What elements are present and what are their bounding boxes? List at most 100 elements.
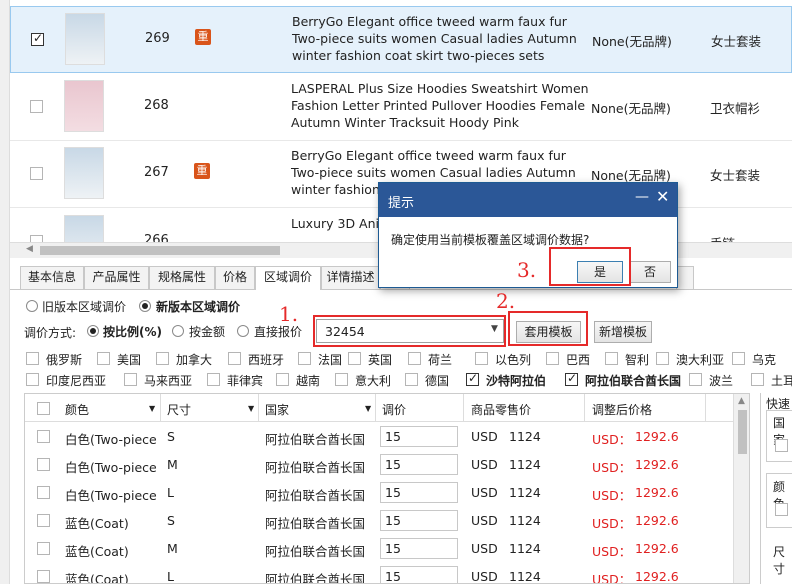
country-option[interactable]: 俄罗斯 <box>26 351 82 367</box>
table-row[interactable]: 白色(Two-piece L 阿拉伯联合酋长国 15 USD 1124 USD： 1292.6 <box>25 478 749 506</box>
tab-hidden-right[interactable] <box>676 266 694 289</box>
country-checkbox[interactable] <box>565 371 578 386</box>
country-checkbox[interactable] <box>276 373 289 386</box>
country-option[interactable]: 乌克 <box>732 351 776 367</box>
table-row[interactable]: 蓝色(Coat) S 阿拉伯联合酋长国 15 USD 1124 USD： 1292.6 <box>25 506 749 534</box>
country-option[interactable]: 越南 <box>276 372 320 388</box>
cell-adjusted-price: 1292.6 <box>635 569 679 584</box>
country-label: 俄罗斯 <box>46 353 83 367</box>
country-option[interactable]: 印度尼西亚 <box>26 372 106 388</box>
tab-4[interactable]: 区域调价 <box>255 266 321 290</box>
close-icon[interactable]: ✕ <box>656 187 669 206</box>
country-checkbox[interactable] <box>732 352 745 365</box>
adjust-input[interactable]: 15 <box>380 566 458 583</box>
product-row[interactable]: 269 重 BerryGo Elegant office tweed warm fa… <box>10 6 792 73</box>
no-button[interactable]: 否 <box>629 261 671 283</box>
country-option[interactable]: 荷兰 <box>408 351 452 367</box>
country-checkbox[interactable] <box>348 352 361 365</box>
country-option[interactable]: 以色列 <box>475 351 531 367</box>
country-checkbox[interactable] <box>405 373 418 386</box>
country-option[interactable]: 意大利 <box>335 372 391 388</box>
grid-scroll-thumb[interactable] <box>738 410 747 454</box>
table-row[interactable]: 白色(Two-piece M 阿拉伯联合酋长国 15 USD 1124 USD： 1292.6 <box>25 450 749 478</box>
country-option[interactable]: 德国 <box>405 372 449 388</box>
country-checkbox[interactable] <box>466 371 479 386</box>
country-checkbox[interactable] <box>124 373 137 386</box>
scroll-thumb[interactable] <box>40 246 280 255</box>
country-checkbox[interactable] <box>156 352 169 365</box>
country-checkbox[interactable] <box>97 352 110 365</box>
product-row-checkbox[interactable] <box>30 167 43 180</box>
quick-color-checkbox[interactable] <box>775 503 788 516</box>
row-checkbox[interactable] <box>37 570 50 583</box>
scroll-left-icon[interactable]: ◀ <box>26 244 33 254</box>
grid-select-all-checkbox[interactable] <box>37 402 50 415</box>
adjust-input[interactable]: 15 <box>380 454 458 475</box>
adjust-input[interactable]: 15 <box>380 426 458 447</box>
row-checkbox[interactable] <box>37 514 50 527</box>
country-option[interactable]: 法国 <box>298 351 342 367</box>
country-checkbox[interactable] <box>689 373 702 386</box>
version-old-radio[interactable] <box>26 300 38 312</box>
country-checkbox[interactable] <box>26 352 39 365</box>
table-row[interactable]: 蓝色(Coat) L 阿拉伯联合酋长国 15 USD 1124 USD： 1292.6 <box>25 562 749 584</box>
country-option[interactable]: 马来西亚 <box>124 372 192 388</box>
grid-vertical-scrollbar[interactable]: ▲ <box>733 394 749 583</box>
method-ratio-radio[interactable] <box>87 325 99 337</box>
country-checkbox[interactable] <box>546 352 559 365</box>
row-checkbox[interactable] <box>37 486 50 499</box>
country-option[interactable]: 菲律宾 <box>207 372 263 388</box>
tab-0[interactable]: 基本信息 <box>20 266 84 289</box>
product-row-checkbox[interactable] <box>30 100 43 113</box>
tab-1[interactable]: 产品属性 <box>84 266 149 289</box>
duplicate-badge: 重 <box>195 29 211 45</box>
grid-header: 颜色 ▼ 尺寸 ▼ 国家 ▼ 调价 商品零售价 调整后价格 <box>25 394 749 422</box>
country-option[interactable]: 巴西 <box>546 351 590 367</box>
country-option[interactable]: 美国 <box>97 351 141 367</box>
size-filter-icon[interactable]: ▼ <box>248 404 254 413</box>
country-checkbox[interactable] <box>228 352 241 365</box>
color-filter-icon[interactable]: ▼ <box>149 404 155 413</box>
country-checkbox[interactable] <box>408 352 421 365</box>
country-label: 波兰 <box>709 374 734 388</box>
adjust-input[interactable]: 15 <box>380 510 458 531</box>
country-checkbox[interactable] <box>656 352 669 365</box>
country-option[interactable]: 沙特阿拉伯 <box>466 371 546 388</box>
country-checkbox[interactable] <box>207 373 220 386</box>
country-label: 荷兰 <box>428 353 453 367</box>
country-option[interactable]: 西班牙 <box>228 351 284 367</box>
country-option[interactable]: 波兰 <box>689 372 733 388</box>
adjust-input[interactable]: 15 <box>380 538 458 559</box>
country-option[interactable]: 加拿大 <box>156 351 212 367</box>
tab-3[interactable]: 价格 <box>215 266 255 289</box>
minimize-icon[interactable]: — <box>635 189 649 205</box>
row-checkbox[interactable] <box>37 542 50 555</box>
country-option[interactable]: 智利 <box>605 351 649 367</box>
country-checkbox[interactable] <box>26 373 39 386</box>
country-checkbox[interactable] <box>605 352 618 365</box>
country-checkbox[interactable] <box>298 352 311 365</box>
tab-2[interactable]: 规格属性 <box>149 266 215 289</box>
product-row-checkbox[interactable] <box>31 31 44 46</box>
method-direct-radio[interactable] <box>237 325 249 337</box>
method-amount-radio[interactable] <box>172 325 184 337</box>
country-checkbox[interactable] <box>751 373 764 386</box>
row-checkbox[interactable] <box>37 430 50 443</box>
row-checkbox[interactable] <box>37 458 50 471</box>
product-row[interactable]: 268 LASPERAL Plus Size Hoodies Sweatshirt… <box>10 74 792 141</box>
country-checkbox[interactable] <box>475 352 488 365</box>
adjust-input[interactable]: 15 <box>380 482 458 503</box>
add-template-button[interactable]: 新增模板 <box>594 321 652 343</box>
table-row[interactable]: 白色(Two-piece S 阿拉伯联合酋长国 15 USD 1124 USD： 1292.6 <box>25 422 749 450</box>
tab-5[interactable]: 详情描述 <box>321 266 380 289</box>
table-row[interactable]: 蓝色(Coat) M 阿拉伯联合酋长国 15 USD 1124 USD： 1292.6 <box>25 534 749 562</box>
quick-country-checkbox[interactable] <box>775 439 788 452</box>
country-filter-icon[interactable]: ▼ <box>365 404 371 413</box>
country-option[interactable]: 英国 <box>348 351 392 367</box>
scroll-up-icon[interactable]: ▲ <box>738 396 745 406</box>
country-checkbox[interactable] <box>335 373 348 386</box>
country-option[interactable]: 阿拉伯联合酋长国 <box>565 371 681 388</box>
country-option[interactable]: 土耳 <box>751 372 792 388</box>
version-new-radio[interactable] <box>139 300 151 312</box>
country-option[interactable]: 澳大利亚 <box>656 351 724 367</box>
